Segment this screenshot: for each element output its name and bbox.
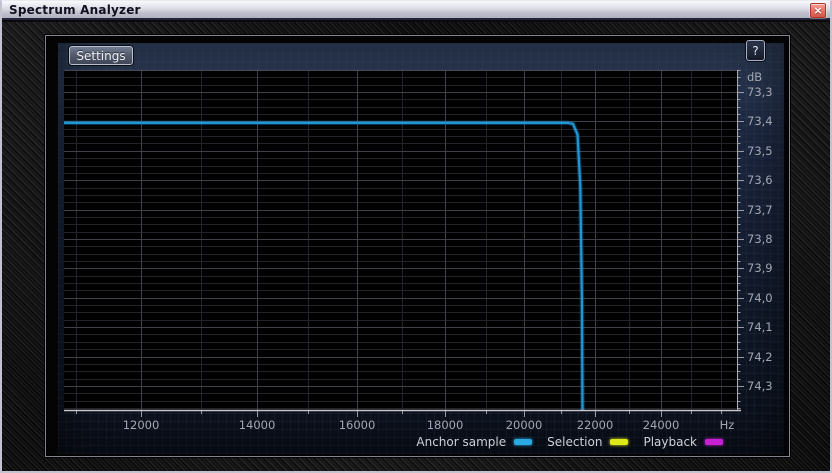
svg-text:73,3: 73,3 xyxy=(747,85,773,99)
legend-item-selection: Selection xyxy=(547,434,629,449)
legend-swatch-selection xyxy=(610,438,629,445)
svg-text:73,8: 73,8 xyxy=(747,232,773,246)
legend-item-playback: Playback xyxy=(643,435,723,449)
close-button[interactable]: × xyxy=(810,3,826,18)
svg-text:16000: 16000 xyxy=(339,418,376,432)
svg-text:12000: 12000 xyxy=(123,418,160,432)
y-axis-unit-label: dB xyxy=(747,70,762,84)
svg-text:22000: 22000 xyxy=(577,418,614,432)
svg-text:73,4: 73,4 xyxy=(747,114,773,128)
svg-text:74,2: 74,2 xyxy=(747,350,773,364)
legend-swatch-playback xyxy=(705,438,723,445)
settings-button[interactable]: Settings xyxy=(69,46,133,65)
svg-text:73,5: 73,5 xyxy=(747,144,773,158)
spectrum-plot: 73,3 73,4 73,5 73,6 73,7 73,8 73,9 74,0 74,1 74,2… xyxy=(64,70,773,432)
window-title: Spectrum Analyzer xyxy=(9,2,141,17)
help-button[interactable]: ? xyxy=(746,40,765,61)
svg-text:14000: 14000 xyxy=(239,418,276,432)
legend-label-selection: Selection xyxy=(547,434,603,449)
analyzer-panel: 73,3 73,4 73,5 73,6 73,7 73,8 73,9 74,0 74,1 74,2… xyxy=(45,35,790,457)
spectrum-analyzer-window: Spectrum Analyzer × 73,3 73,4 73,5 73,6 73,7… xyxy=(0,0,832,473)
svg-text:73,7: 73,7 xyxy=(747,203,773,217)
legend-label-anchor-sample: Anchor sample xyxy=(416,434,507,449)
svg-text:24000: 24000 xyxy=(643,418,680,432)
svg-text:73,6: 73,6 xyxy=(747,173,773,187)
legend-item-anchor-sample: Anchor sample xyxy=(416,434,533,449)
x-axis-unit-label: Hz xyxy=(720,418,735,432)
svg-text:74,3: 74,3 xyxy=(747,379,773,393)
svg-text:18000: 18000 xyxy=(427,418,464,432)
titlebar[interactable]: Spectrum Analyzer × xyxy=(2,1,830,20)
svg-text:20000: 20000 xyxy=(506,418,543,432)
legend-swatch-anchor-sample xyxy=(514,438,533,445)
analyzer-content: 73,3 73,4 73,5 73,6 73,7 73,8 73,9 74,0 74,1 74,2… xyxy=(58,43,784,454)
legend: Anchor sample Selection Playback xyxy=(416,434,723,449)
svg-text:74,1: 74,1 xyxy=(747,320,773,334)
close-icon: × xyxy=(813,4,823,17)
legend-label-playback: Playback xyxy=(643,434,697,449)
client-area: 73,3 73,4 73,5 73,6 73,7 73,8 73,9 74,0 74,1 74,2… xyxy=(2,22,830,471)
svg-text:73,9: 73,9 xyxy=(747,261,773,275)
svg-text:74,0: 74,0 xyxy=(747,291,773,305)
